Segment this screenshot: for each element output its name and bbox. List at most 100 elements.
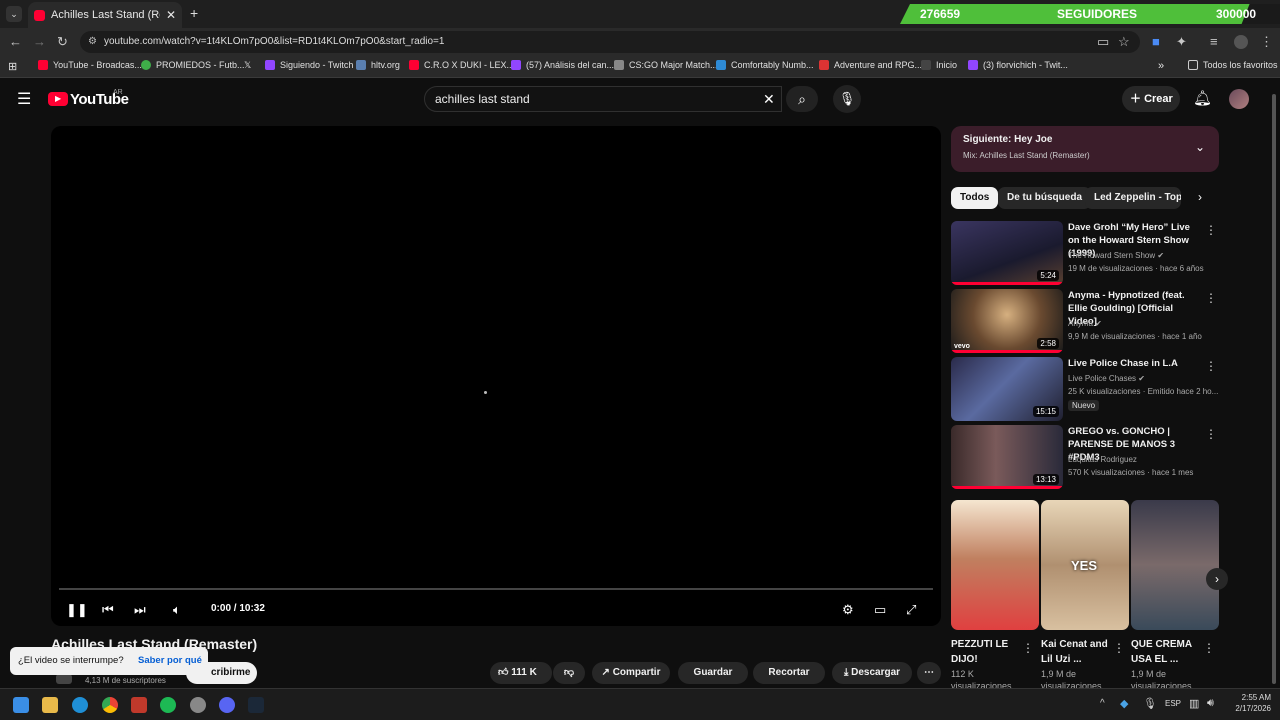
install-app-icon[interactable]: ▭: [1097, 34, 1109, 50]
app-icon[interactable]: [131, 697, 147, 713]
progress-bar[interactable]: [59, 588, 933, 590]
new-tab-button[interactable]: +: [190, 5, 198, 21]
network-icon[interactable]: ▥: [1189, 697, 1199, 710]
more-options-icon[interactable]: ⋮: [1205, 427, 1217, 441]
show-hidden-icons-icon[interactable]: ^: [1100, 698, 1105, 709]
apps-grid-icon[interactable]: ⊞: [8, 60, 17, 73]
file-explorer-icon[interactable]: [42, 697, 58, 713]
short-thumbnail[interactable]: [1131, 500, 1219, 630]
recommended-video[interactable]: 15:15 Live Police Chase in L.A Live Poli…: [951, 357, 1219, 421]
dislike-button[interactable]: 👎︎: [553, 662, 585, 684]
reload-icon[interactable]: ↻: [57, 34, 68, 50]
more-options-icon[interactable]: ⋮: [1205, 291, 1217, 305]
shorts-next-button[interactable]: ›: [1206, 568, 1228, 590]
address-bar[interactable]: ⚙ youtube.com/watch?v=1t4KLOm7pO0&list=R…: [80, 31, 1140, 53]
channel-name[interactable]: Luquitas Rodriguez: [1068, 455, 1137, 464]
recommended-video[interactable]: 5:24 Dave Grohl “My Hero” Live on the Ho…: [951, 221, 1219, 285]
previous-icon[interactable]: ⏮︎: [102, 602, 114, 618]
bookmark-item[interactable]: Siguiendo - Twitch: [265, 60, 353, 70]
tab-active[interactable]: Achilles Last Stand (Remaster) ✕: [28, 2, 182, 28]
search-input[interactable]: achilles last stand ✕: [424, 86, 782, 112]
short-title[interactable]: QUE CREMA USA EL ...: [1131, 637, 1205, 667]
spotify-icon[interactable]: [160, 697, 176, 713]
more-options-icon[interactable]: ⋮: [1203, 641, 1215, 655]
short-thumbnail[interactable]: YES: [1041, 500, 1129, 630]
bookmark-star-icon[interactable]: ☆: [1118, 34, 1130, 50]
chrome-icon[interactable]: [102, 697, 118, 713]
menu-kebab-icon[interactable]: ⋮: [1260, 34, 1273, 50]
extension-icon[interactable]: ■: [1152, 34, 1160, 49]
microphone-tray-icon[interactable]: 🎙: [1143, 697, 1157, 710]
more-options-icon[interactable]: ⋮: [1205, 223, 1217, 237]
account-avatar[interactable]: [1229, 89, 1249, 109]
short-title[interactable]: PEZZUTI LE DIJO!: [951, 637, 1025, 667]
tray-app-icon[interactable]: ◆: [1120, 697, 1128, 710]
fullscreen-icon[interactable]: ⤢: [906, 602, 916, 618]
bookmark-item[interactable]: Comfortably Numb...: [716, 60, 814, 70]
discord-icon[interactable]: [219, 697, 235, 713]
more-options-icon[interactable]: ⋮: [1113, 641, 1125, 655]
video-thumbnail[interactable]: 13:13: [951, 425, 1063, 489]
tab-search-button[interactable]: ⌄: [6, 6, 22, 22]
chip-all[interactable]: Todos: [951, 187, 999, 209]
search-button[interactable]: ⌕: [786, 86, 818, 112]
like-button[interactable]: 👍︎ 111 K: [490, 662, 552, 684]
clip-button[interactable]: Recortar: [753, 662, 825, 684]
save-button[interactable]: Guardar: [678, 662, 748, 684]
more-options-icon[interactable]: ⋮: [1022, 641, 1034, 655]
notifications-bell-icon[interactable]: 🔔︎: [1193, 89, 1212, 107]
site-info-icon[interactable]: ⚙: [88, 31, 97, 53]
more-options-icon[interactable]: ⋮: [1205, 359, 1217, 373]
bookmark-item[interactable]: Adventure and RPG...: [819, 60, 922, 70]
theater-mode-icon[interactable]: ▭: [874, 602, 886, 618]
extensions-puzzle-icon[interactable]: ✦: [1176, 34, 1187, 50]
recommended-video[interactable]: vevo 2:58 Anyma - Hypnotized (feat. Elli…: [951, 289, 1219, 353]
profile-avatar[interactable]: [1234, 35, 1248, 49]
download-button[interactable]: ⤓ Descargar: [832, 662, 912, 684]
channel-name[interactable]: The Howard Stern Show ✔: [1068, 251, 1164, 260]
scrollbar-thumb[interactable]: [1272, 94, 1276, 684]
video-player[interactable]: ❚❚ ⏮︎ ⏭︎ 🔈︎ 0:00 / 10:32 ⚙ ▭ ⤢: [51, 126, 941, 626]
more-actions-button[interactable]: ⋯: [917, 662, 941, 684]
scrollbar-track[interactable]: [1271, 90, 1277, 685]
volume-tray-icon[interactable]: 🔊︎: [1207, 697, 1214, 710]
bookmark-item[interactable]: C.R.O X DUKI - LEX...: [409, 60, 514, 70]
chip-led-zeppelin[interactable]: Led Zeppelin - Topic: [1085, 187, 1181, 209]
all-bookmarks-folder[interactable]: Todos los favoritos: [1188, 60, 1278, 70]
language-indicator[interactable]: ESP: [1165, 699, 1181, 708]
create-button[interactable]: ＋ Crear: [1122, 86, 1180, 112]
short-title[interactable]: Kai Cenat and Lil Uzi ...: [1041, 637, 1115, 667]
app-icon[interactable]: [190, 697, 206, 713]
playlist-next-card[interactable]: Siguiente: Hey Joe Mix: Achilles Last St…: [951, 126, 1219, 172]
windows-start-icon[interactable]: [13, 697, 29, 713]
forward-icon[interactable]: →: [33, 34, 46, 49]
chevron-right-icon[interactable]: ›: [1198, 190, 1202, 204]
bookmark-item[interactable]: (57) Análisis del can...: [511, 60, 614, 70]
media-control-icon[interactable]: ≡: [1210, 34, 1218, 49]
back-icon[interactable]: ←: [9, 34, 22, 49]
channel-avatar[interactable]: [56, 674, 72, 684]
voice-search-button[interactable]: 🎙: [833, 85, 861, 113]
settings-gear-icon[interactable]: ⚙: [842, 602, 854, 618]
video-title[interactable]: Live Police Chase in L.A: [1068, 357, 1202, 370]
video-thumbnail[interactable]: vevo 2:58: [951, 289, 1063, 353]
short-thumbnail[interactable]: [951, 500, 1039, 630]
video-thumbnail[interactable]: 5:24: [951, 221, 1063, 285]
chip-from-search[interactable]: De tu búsqueda: [998, 187, 1092, 209]
x-bookmark-icon[interactable]: 𝕏: [244, 60, 251, 71]
clock[interactable]: 2:55 AM 2/17/2026: [1227, 692, 1271, 714]
more-bookmarks-icon[interactable]: »: [1158, 60, 1164, 72]
close-tab-icon[interactable]: ✕: [166, 8, 176, 22]
share-button[interactable]: ↗ Compartir: [592, 662, 670, 684]
edge-icon[interactable]: [72, 697, 88, 713]
channel-name[interactable]: Anyma ✔: [1068, 319, 1102, 328]
bookmark-item[interactable]: PROMIEDOS - Futb...: [141, 60, 245, 70]
bookmark-item[interactable]: Inicio: [921, 60, 957, 70]
youtube-logo-icon[interactable]: ▶: [48, 92, 68, 106]
chevron-down-icon[interactable]: ⌄: [1195, 140, 1205, 154]
bookmark-item[interactable]: CS:GO Major Match...: [614, 60, 718, 70]
recommended-video[interactable]: 13:13 GREGO vs. GONCHO | PARENSE DE MANO…: [951, 425, 1219, 489]
learn-why-link[interactable]: Saber por qué: [138, 647, 202, 675]
channel-name[interactable]: Live Police Chases ✔: [1068, 374, 1145, 383]
bookmark-item[interactable]: YouTube - Broadcas...: [38, 60, 142, 70]
